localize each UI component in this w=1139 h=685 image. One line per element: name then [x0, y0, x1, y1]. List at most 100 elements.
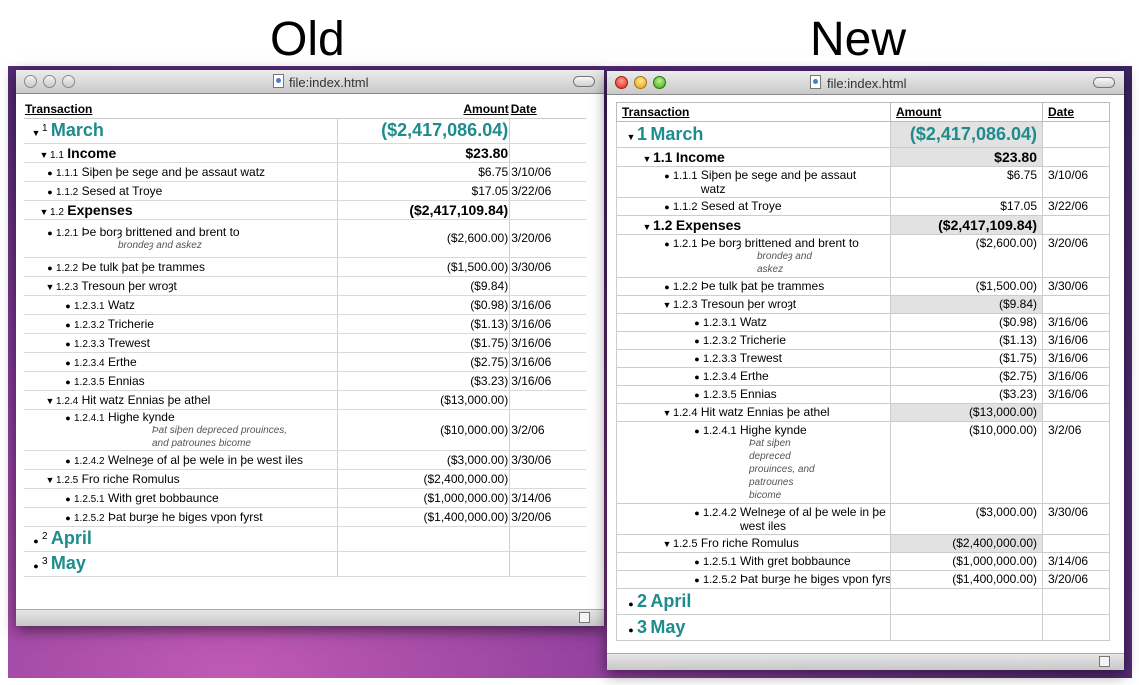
bullet-icon: ● — [628, 625, 634, 635]
minimize-button[interactable] — [43, 75, 56, 88]
row-number: 1 — [637, 124, 648, 144]
toolbar-toggle-button[interactable] — [573, 76, 595, 87]
row-number: 1.2.1 — [673, 238, 698, 250]
disclosure-triangle-icon[interactable]: ▼ — [44, 396, 56, 406]
disclosure-triangle-icon[interactable]: ▼ — [661, 539, 673, 549]
date-cell — [1042, 215, 1110, 235]
page-content: TransactionAmountDate ▼1 March($2,417,08… — [16, 94, 604, 609]
row-label-wrap: Welneȝe of al þe wele in þe west iles — [740, 505, 890, 533]
date-cell: 3/16/06 — [509, 295, 586, 315]
close-button[interactable] — [615, 76, 628, 89]
column-header-amount[interactable]: Amount — [890, 102, 1043, 122]
window-titlebar[interactable]: file:index.html — [607, 71, 1124, 95]
date-cell: 3/16/06 — [1042, 349, 1110, 368]
minimize-button[interactable] — [634, 76, 647, 89]
date-cell — [1042, 147, 1110, 167]
amount-cell: $17.05 — [336, 181, 510, 201]
disclosure-triangle-icon[interactable]: ▼ — [661, 300, 673, 310]
column-header-amount[interactable]: Amount — [337, 100, 510, 119]
amount-cell: ($1,400,000.00) — [890, 570, 1043, 589]
table-row: ● 1.2.1 Þe borȝ brittened and brent to bro… — [616, 234, 1110, 278]
amount-cell: ($2.75) — [336, 352, 510, 372]
transactions-table: TransactionAmountDate ▼1 March($2,417,08… — [24, 100, 586, 577]
row-number: 1.2.3.3 — [703, 353, 737, 365]
column-header-transaction[interactable]: Transaction — [616, 102, 891, 122]
table-row: ● 1.2.3.2 Tricherie ($1.13) 3/16/06 — [24, 314, 586, 334]
row-label: Trewest — [739, 351, 782, 365]
transaction-cell: ● 1.2.3.4 Erthe — [24, 352, 338, 372]
disclosure-triangle-icon[interactable]: ▼ — [38, 207, 50, 217]
bullet-icon: ● — [65, 319, 71, 330]
bullet-icon: ● — [65, 455, 71, 466]
row-number: 1.1.1 — [673, 170, 698, 182]
amount-cell — [336, 526, 510, 552]
column-header-date[interactable]: Date — [1042, 102, 1110, 122]
old-heading: Old — [270, 13, 345, 66]
disclosure-triangle-icon[interactable]: ▼ — [641, 154, 653, 164]
resize-grip-icon[interactable] — [579, 612, 590, 623]
amount-cell: ($13,000.00) — [890, 403, 1043, 422]
bullet-icon: ● — [664, 202, 670, 212]
transaction-cell: ● 1.2.3.1 Watz — [24, 295, 338, 315]
resize-grip-icon[interactable] — [1099, 656, 1110, 667]
row-number: 2 — [637, 591, 648, 611]
amount-cell — [890, 588, 1043, 615]
transaction-cell: ● 1.2.3.2 Tricherie — [616, 331, 891, 350]
date-cell: 3/16/06 — [509, 371, 586, 391]
amount-cell: $6.75 — [890, 166, 1043, 198]
amount-cell: $17.05 — [890, 197, 1043, 216]
transaction-cell: ▼1 March — [24, 118, 338, 144]
zoom-button[interactable] — [62, 75, 75, 88]
table-row: ▼ 1.2.4 Hit watz Ennias þe athel ($13,000.… — [616, 403, 1110, 422]
window-title: file:index.html — [289, 75, 369, 90]
table-row: ● 2 April — [24, 526, 586, 552]
window-titlebar[interactable]: file:index.html — [16, 70, 604, 94]
table-row: ● 1.2.3.2 Tricherie ($1.13) 3/16/06 — [616, 331, 1110, 350]
transaction-cell: ● 1.2.3.5 Ennias — [24, 371, 338, 391]
bullet-icon: ● — [65, 512, 71, 523]
disclosure-triangle-icon[interactable]: ▼ — [625, 132, 637, 142]
table-row: ▼ 1.2.3 Tresoun þer wroȝt ($9.84) — [24, 276, 586, 296]
row-label: Income — [675, 149, 725, 165]
date-cell — [509, 469, 586, 489]
amount-cell: $23.80 — [336, 143, 510, 163]
date-cell — [1042, 295, 1110, 314]
table-row: ● 3 May — [616, 614, 1110, 641]
disclosure-triangle-icon[interactable]: ▼ — [38, 150, 50, 160]
close-button[interactable] — [24, 75, 37, 88]
amount-cell: ($1.13) — [890, 331, 1043, 350]
disclosure-triangle-icon[interactable]: ▼ — [44, 282, 56, 292]
table-row: ● 1.2.4.1 Highe kynde Þat siþen depreced p… — [616, 421, 1110, 504]
row-number: 1.2.3.5 — [703, 389, 737, 401]
table-row: ● 1.2.5.2 Þat burȝe he biges vpon fyrst ($… — [24, 507, 586, 527]
column-header-transaction[interactable]: Transaction — [24, 100, 338, 119]
transaction-cell: ● 1.2.5.1 With gret bobbaunce — [24, 488, 338, 508]
table-row: ● 1.2.4.2 Welneȝe of al þe wele in þe wes… — [24, 450, 586, 470]
transaction-cell: ● 3 May — [616, 614, 891, 641]
date-cell: 3/2/06 — [509, 409, 586, 451]
bullet-icon: ● — [664, 239, 670, 249]
bullet-icon: ● — [694, 426, 700, 436]
disclosure-triangle-icon[interactable]: ▼ — [30, 128, 42, 138]
disclosure-triangle-icon[interactable]: ▼ — [641, 222, 653, 232]
toolbar-toggle-button[interactable] — [1093, 77, 1115, 88]
row-label: Þat burȝe he biges vpon fyrst — [107, 509, 263, 524]
row-number: 1.2.1 — [56, 227, 79, 239]
transaction-cell: ● 1.2.3.5 Ennias — [616, 385, 891, 404]
date-cell — [1042, 614, 1110, 641]
row-label: Þe borȝ brittened and brent to — [81, 224, 240, 239]
transaction-cell: ● 1.2.5.1 With gret bobbaunce — [616, 552, 891, 571]
table-row: ● 1.2.3.5 Ennias ($3.23) 3/16/06 — [24, 371, 586, 391]
date-cell — [1042, 588, 1110, 615]
column-header-date[interactable]: Date — [509, 100, 586, 119]
transaction-cell: ▼ 1.1 Income — [616, 147, 891, 167]
disclosure-triangle-icon[interactable]: ▼ — [661, 408, 673, 418]
disclosure-triangle-icon[interactable]: ▼ — [44, 475, 56, 485]
date-cell: 3/10/06 — [1042, 166, 1110, 198]
bullet-icon: ● — [33, 536, 39, 546]
date-cell: 3/16/06 — [1042, 367, 1110, 386]
zoom-button[interactable] — [653, 76, 666, 89]
table-row: ● 1.2.3.3 Trewest ($1.75) 3/16/06 — [24, 333, 586, 353]
table-row: ● 3 May — [24, 551, 586, 577]
row-label: Income — [67, 144, 117, 161]
